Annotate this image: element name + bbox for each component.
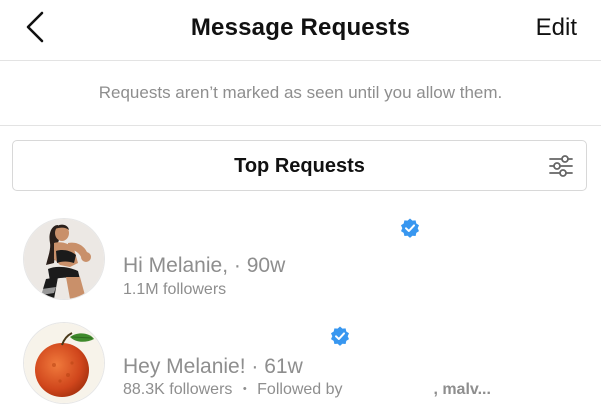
avatar: [24, 323, 104, 403]
sliders-icon[interactable]: [548, 153, 574, 179]
avatar-image: [24, 323, 104, 403]
separator-dot: ·: [233, 254, 241, 277]
avatar-image: [24, 219, 104, 299]
verified-badge-icon: [401, 218, 419, 238]
message-time: 90w: [246, 254, 286, 277]
filter-label: Top Requests: [234, 155, 365, 177]
follower-info: 88.3K followers • Followed by , malv...: [123, 381, 491, 399]
list-item[interactable]: Hi Melanie, · 90w 1.1M followers: [0, 210, 601, 310]
message-text: Hey Melanie!: [123, 355, 246, 378]
followed-by-names: , malv...: [433, 381, 491, 398]
avatar: [24, 219, 104, 299]
edit-button[interactable]: Edit: [536, 14, 577, 42]
bullet-separator: •: [242, 383, 247, 395]
list-item[interactable]: Hey Melanie! · 61w 88.3K followers • Fol…: [0, 318, 601, 420]
message-time: 61w: [264, 355, 303, 378]
verified-badge-icon: [331, 326, 349, 346]
message-text: Hi Melanie,: [123, 254, 229, 277]
message-requests-screen: Message Requests Edit Requests aren’t ma…: [0, 0, 601, 420]
followed-by-label: Followed by: [257, 381, 343, 398]
separator-dot: ·: [251, 355, 259, 378]
message-preview: Hi Melanie, · 90w: [123, 254, 285, 278]
message-preview: Hey Melanie! · 61w: [123, 355, 303, 379]
top-requests-filter[interactable]: Top Requests: [12, 140, 587, 191]
follower-count: 1.1M followers: [123, 281, 227, 298]
header: Message Requests Edit: [0, 0, 601, 61]
seen-notice: Requests aren’t marked as seen until you…: [0, 61, 601, 126]
page-title: Message Requests: [190, 14, 411, 41]
follower-count: 88.3K followers: [123, 381, 233, 398]
